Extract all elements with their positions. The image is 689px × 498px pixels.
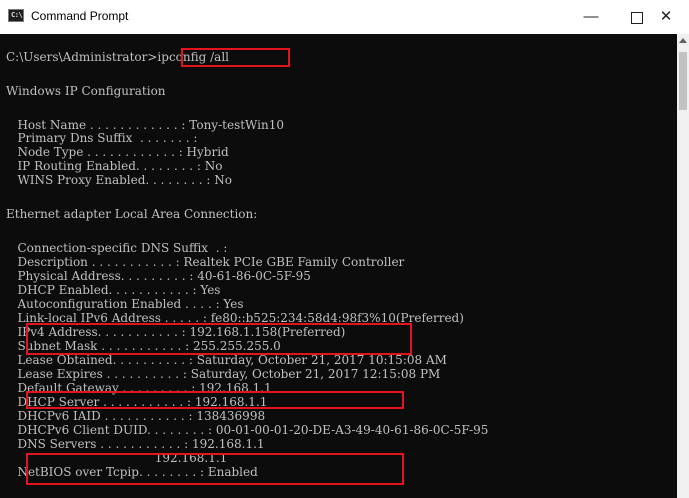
console-line: Host Name . . . . . . . . . . . . : Tony… bbox=[6, 118, 285, 132]
console-line: DHCPv6 IAID . . . . . . . . . . . : 1384… bbox=[6, 409, 266, 423]
console-line: Connection-specific DNS Suffix . : bbox=[6, 241, 228, 255]
console-line: Primary Dns Suffix . . . . . . . : bbox=[6, 131, 198, 145]
prompt-text: C:\Users\Administrator> bbox=[6, 50, 158, 64]
console-output[interactable]: C:\Users\Administrator>ipconfig /all Win… bbox=[0, 34, 677, 498]
console-line: Lease Expires . . . . . . . . . . : Satu… bbox=[6, 367, 441, 381]
console-line: Autoconfiguration Enabled . . . . : Yes bbox=[6, 297, 244, 311]
console-line: Ethernet adapter Local Area Connection: bbox=[6, 207, 258, 221]
console-line: DHCP Enabled. . . . . . . . . . . : Yes bbox=[6, 283, 221, 297]
window-title: Command Prompt bbox=[31, 9, 129, 23]
console-line: DHCPv6 Client DUID. . . . . . . . : 00-0… bbox=[6, 423, 489, 437]
maximize-icon bbox=[631, 12, 643, 24]
title-bar[interactable]: C:\ Command Prompt — ✕ bbox=[0, 0, 689, 34]
console-line: WINS Proxy Enabled. . . . . . . . : No bbox=[6, 173, 233, 187]
vertical-scrollbar[interactable] bbox=[677, 34, 689, 498]
console-line: Node Type . . . . . . . . . . . . : Hybr… bbox=[6, 145, 229, 159]
console-line: IP Routing Enabled. . . . . . . . : No bbox=[6, 159, 223, 173]
command-prompt-window: C:\ Command Prompt — ✕ C:\Users\Administ… bbox=[0, 0, 689, 498]
close-button[interactable]: ✕ bbox=[643, 0, 689, 34]
console-line: Description . . . . . . . . . . . : Real… bbox=[6, 255, 405, 269]
highlight-command-box bbox=[181, 48, 290, 67]
console-line: DNS Servers . . . . . . . . . . . : 192.… bbox=[6, 437, 265, 451]
scroll-up-arrow-icon[interactable] bbox=[679, 38, 687, 43]
console-line: Lease Obtained. . . . . . . . . . : Satu… bbox=[6, 353, 447, 367]
highlight-dns-box bbox=[26, 453, 404, 485]
console-line: Windows IP Configuration bbox=[6, 84, 166, 98]
scroll-thumb[interactable] bbox=[679, 52, 687, 110]
cmd-app-icon-text: C:\ bbox=[11, 11, 23, 19]
cmd-app-icon[interactable]: C:\ bbox=[8, 9, 24, 22]
highlight-ipv4-subnet-box bbox=[26, 323, 412, 355]
console-line: Physical Address. . . . . . . . . : 40-6… bbox=[6, 269, 311, 283]
highlight-gateway-box bbox=[26, 391, 404, 409]
minimize-button[interactable]: — bbox=[568, 0, 614, 34]
